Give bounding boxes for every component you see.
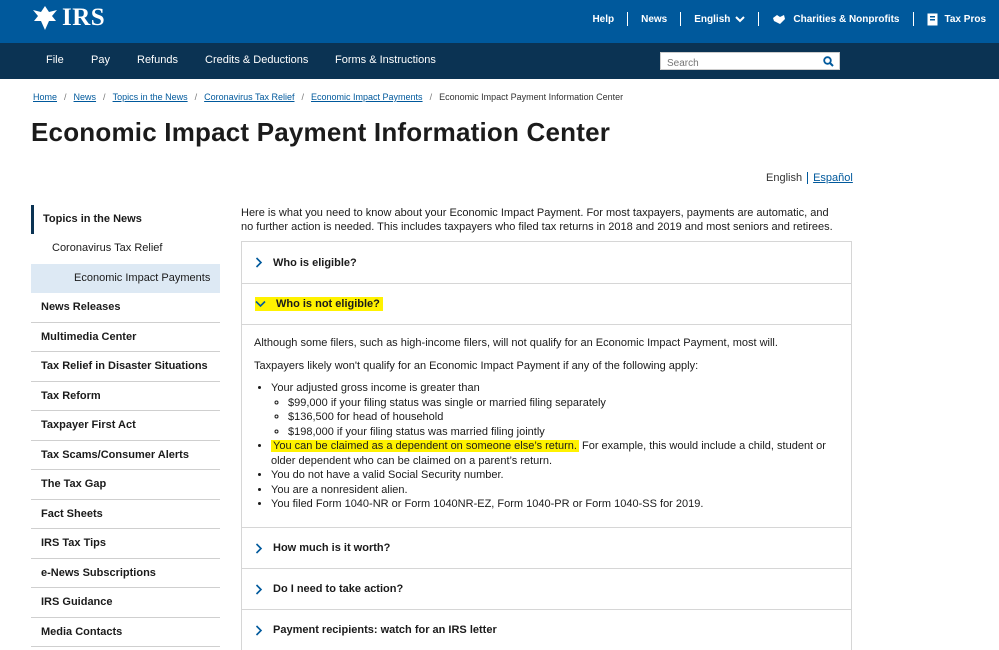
breadcrumb-eip[interactable]: Economic Impact Payments [311, 92, 423, 102]
breadcrumb: Home / News / Topics in the News / Coron… [33, 92, 623, 102]
breadcrumb-home[interactable]: Home [33, 92, 57, 102]
list-item: Your adjusted gross income is greater th… [271, 381, 839, 439]
accordion-label: Payment recipients: watch for an IRS let… [273, 624, 497, 636]
chevron-right-icon [255, 257, 263, 268]
list-item: $99,000 if your filing status was single… [288, 396, 839, 411]
intro-text: Here is what you need to know about your… [241, 207, 833, 233]
highlighted-text: You can be claimed as a dependent on som… [271, 440, 579, 452]
nav-refunds[interactable]: Refunds [137, 54, 178, 66]
breadcrumb-topics[interactable]: Topics in the News [113, 92, 188, 102]
tax-pros-link[interactable]: Tax Pros [912, 12, 999, 26]
accordion-label: Do I need to take action? [273, 583, 404, 595]
list-item-text: Your adjusted gross income is greater th… [271, 382, 480, 394]
sidebar-item-multimedia[interactable]: Multimedia Center [31, 323, 220, 352]
breadcrumb-current: Economic Impact Payment Information Cent… [439, 92, 624, 102]
sidebar-item-guidance[interactable]: IRS Guidance [31, 588, 220, 618]
top-header: IRS Help News English Charities & Nonpro… [0, 0, 999, 43]
tax-pros-label: Tax Pros [944, 13, 987, 25]
sidebar-item-media-contacts[interactable]: Media Contacts [31, 618, 220, 647]
sidebar-item-news-releases[interactable]: News Releases [31, 293, 220, 323]
search-box [660, 52, 840, 72]
accordion-payment-recipients[interactable]: Payment recipients: watch for an IRS let… [242, 609, 851, 650]
breadcrumb-separator: / [64, 92, 67, 102]
logo-text: IRS [62, 4, 106, 31]
body-paragraph: Taxpayers likely won't qualify for an Ec… [254, 359, 699, 372]
list-item: You filed Form 1040-NR or Form 1040NR-EZ… [271, 497, 839, 512]
search-input[interactable] [661, 55, 811, 72]
sidebar-item-first-act[interactable]: Taxpayer First Act [31, 411, 220, 441]
sidebar-item-enews[interactable]: e-News Subscriptions [31, 559, 220, 588]
main-nav: File Pay Refunds Credits & Deductions Fo… [0, 43, 999, 79]
faq-accordion: Who is eligible? Who is not eligible? Al… [241, 241, 852, 650]
charities-link[interactable]: Charities & Nonprofits [758, 12, 912, 26]
breadcrumb-news[interactable]: News [74, 92, 97, 102]
breadcrumb-separator: / [103, 92, 106, 102]
accordion-body: Although some filers, such as high-incom… [242, 324, 851, 527]
search-icon[interactable] [823, 56, 834, 67]
breadcrumb-separator: / [194, 92, 198, 102]
breadcrumb-coronavirus[interactable]: Coronavirus Tax Relief [204, 92, 294, 102]
chevron-down-icon [255, 300, 266, 308]
chevron-down-icon [735, 15, 746, 22]
page-title: Economic Impact Payment Information Cent… [31, 117, 611, 147]
chevron-right-icon [255, 624, 263, 636]
accordion-who-eligible[interactable]: Who is eligible? [242, 242, 851, 283]
breadcrumb-separator: / [301, 92, 305, 102]
handshake-icon [773, 15, 786, 24]
sidebar-item-topics[interactable]: Topics in the News [31, 205, 220, 234]
accordion-who-not-eligible[interactable]: Who is not eligible? [242, 283, 851, 324]
accordion-label: Who is eligible? [273, 256, 357, 269]
help-link[interactable]: Help [579, 12, 627, 26]
ineligibility-list: Your adjusted gross income is greater th… [271, 381, 839, 512]
sidebar-item-fact-sheets[interactable]: Fact Sheets [31, 500, 220, 529]
sidebar: Topics in the News Coronavirus Tax Relie… [31, 205, 220, 647]
body-paragraph: Although some filers, such as high-incom… [254, 337, 778, 349]
sidebar-item-coronavirus[interactable]: Coronavirus Tax Relief [31, 234, 220, 264]
news-link[interactable]: News [627, 12, 680, 26]
accordion-how-much[interactable]: How much is it worth? [242, 527, 851, 568]
accordion-take-action[interactable]: Do I need to take action? [242, 568, 851, 609]
chevron-right-icon [255, 583, 263, 595]
language-current: English [766, 172, 809, 184]
nav-pay[interactable]: Pay [91, 54, 110, 66]
list-item: $136,500 for head of household [288, 410, 839, 425]
list-item: You are a nonresident alien. [271, 483, 839, 498]
sidebar-item-scams[interactable]: Tax Scams/Consumer Alerts [31, 441, 220, 470]
eagle-icon [33, 6, 57, 30]
irs-logo[interactable]: IRS [31, 4, 105, 32]
list-item: You do not have a valid Social Security … [271, 468, 839, 483]
book-icon [927, 13, 937, 25]
charities-label: Charities & Nonprofits [793, 13, 900, 25]
language-menu[interactable]: English [680, 12, 758, 26]
breadcrumb-separator: / [429, 92, 433, 102]
sidebar-item-tax-reform[interactable]: Tax Reform [31, 382, 220, 411]
sidebar-item-tax-gap[interactable]: The Tax Gap [31, 470, 220, 500]
chevron-right-icon [255, 542, 263, 554]
accordion-label: Who is not eligible? [276, 298, 380, 310]
accordion-label: How much is it worth? [273, 542, 391, 554]
language-label: English [694, 13, 731, 25]
list-item: $198,000 if your filing status was marri… [288, 425, 839, 440]
nav-file[interactable]: File [46, 54, 64, 66]
sidebar-item-disaster-relief[interactable]: Tax Relief in Disaster Situations [31, 352, 220, 382]
nav-credits-deductions[interactable]: Credits & Deductions [205, 54, 308, 66]
language-switch: English Español [766, 172, 853, 184]
language-espanol-link[interactable]: Español [808, 172, 853, 184]
sidebar-item-tax-tips[interactable]: IRS Tax Tips [31, 529, 220, 559]
list-item: You can be claimed as a dependent on som… [271, 439, 839, 468]
sidebar-item-eip[interactable]: Economic Impact Payments [31, 263, 220, 293]
nav-forms-instructions[interactable]: Forms & Instructions [335, 54, 436, 66]
